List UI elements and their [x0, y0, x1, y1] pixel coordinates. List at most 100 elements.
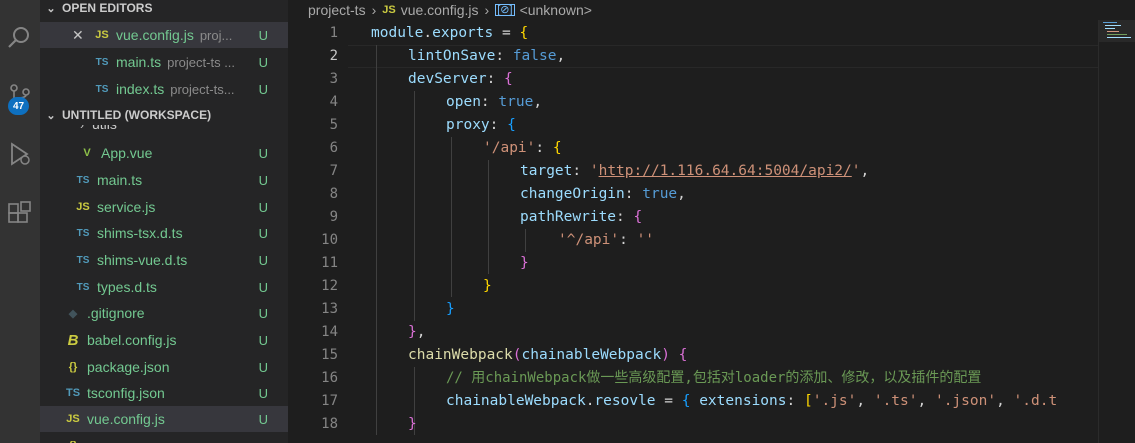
code-line: proxy: {	[446, 117, 516, 133]
file-item-shims-tsx[interactable]: TS shims-tsx.d.ts U	[40, 220, 288, 246]
file-name: App.vue	[101, 145, 153, 161]
symbol-icon: [⊘]	[495, 4, 515, 16]
code-line: },	[408, 324, 426, 340]
code-line: '/api': {	[483, 140, 562, 156]
line-number: 9	[329, 209, 338, 225]
git-status: U	[258, 54, 268, 70]
open-editors-header[interactable]: ⌄ OPEN EDITORS	[40, 0, 288, 18]
file-name: shims-tsx.d.ts	[97, 225, 183, 241]
line-number: 3	[329, 71, 338, 87]
line-number: 1	[329, 25, 338, 41]
file-item-app-vue[interactable]: V App.vue U	[40, 140, 288, 166]
line-number: 11	[321, 255, 338, 271]
js-file-icon: JS	[95, 29, 109, 41]
file-item-partial[interactable]: {}	[40, 433, 288, 443]
line-number: 13	[321, 301, 338, 317]
line-number: 14	[321, 324, 338, 340]
js-file-icon: JS	[76, 201, 90, 213]
code-line: chainableWebpack.resovle = { extensions:…	[446, 393, 1058, 409]
git-status: U	[258, 145, 268, 161]
file-name: index.ts	[116, 81, 165, 97]
git-status: U	[258, 252, 268, 268]
git-status: U	[258, 411, 268, 427]
file-name: babel.config.js	[87, 332, 177, 348]
open-editor-item-index-ts[interactable]: TS index.ts project-ts... U	[40, 76, 288, 102]
section-title: UNTITLED (WORKSPACE)	[62, 108, 212, 122]
url-link[interactable]: http://1.116.64.64:5004/api2/	[599, 163, 852, 179]
minimap[interactable]	[1099, 20, 1135, 60]
file-name: package.json	[87, 359, 170, 375]
git-status: U	[258, 225, 268, 241]
activity-bar: 47	[0, 0, 40, 443]
extensions-icon[interactable]	[0, 194, 40, 234]
chevron-down-icon: ⌄	[46, 2, 56, 15]
code-line: changeOrigin: true,	[520, 186, 686, 202]
code-line: }	[408, 416, 417, 432]
json-file-icon: {}	[68, 361, 78, 373]
file-name: tsconfig.json	[87, 385, 165, 401]
ts-file-icon: TS	[95, 83, 109, 95]
file-name: .gitignore	[87, 305, 145, 321]
file-item-service-js[interactable]: JS service.js U	[40, 194, 288, 220]
file-item-main-ts[interactable]: TS main.ts U	[40, 167, 288, 193]
open-editor-item-main-ts[interactable]: TS main.ts project-ts ... U	[40, 49, 288, 75]
editor-ruler	[1098, 20, 1099, 443]
git-status: U	[258, 199, 268, 215]
code-line: }	[446, 301, 455, 317]
line-number: 4	[329, 94, 338, 110]
ts-file-icon: TS	[76, 174, 90, 186]
workspace-header[interactable]: ⌄ UNTITLED (WORKSPACE)	[40, 105, 288, 125]
file-name: main.ts	[97, 172, 143, 188]
chevron-right-icon: ›	[484, 2, 490, 18]
git-status: U	[258, 27, 268, 43]
search-icon[interactable]	[0, 18, 40, 58]
file-name: vue.config.js	[87, 411, 165, 427]
ts-file-icon: TS	[76, 254, 90, 266]
file-item-types-d-ts[interactable]: TS types.d.ts U	[40, 274, 288, 300]
breadcrumb-file[interactable]: vue.config.js	[401, 2, 479, 18]
file-item-package-json[interactable]: {} package.json U	[40, 354, 288, 380]
file-item-shims-vue[interactable]: TS shims-vue.d.ts U	[40, 247, 288, 273]
file-name: shims-vue.d.ts	[97, 252, 188, 268]
line-number: 15	[321, 347, 338, 363]
line-number: 18	[321, 416, 338, 432]
code-line: pathRewrite: {	[520, 209, 643, 225]
open-editor-item-vue-config[interactable]: ✕ JS vue.config.js proj... U	[40, 22, 288, 48]
code-line: open: true,	[446, 94, 543, 110]
line-number: 10	[321, 232, 338, 248]
line-number: 5	[329, 117, 338, 133]
file-path: project-ts...	[170, 81, 235, 97]
file-item-babel-config[interactable]: B babel.config.js U	[40, 327, 288, 353]
close-icon[interactable]: ✕	[72, 27, 84, 44]
code-line: target: 'http://1.116.64.64:5004/api2/',	[520, 163, 870, 179]
line-number: 16	[321, 370, 338, 386]
breadcrumb-folder[interactable]: project-ts	[308, 2, 366, 18]
source-control-badge: 47	[8, 97, 29, 115]
file-item-tsconfig-json[interactable]: TS tsconfig.json U	[40, 380, 288, 406]
code-line: lintOnSave: false,	[408, 48, 566, 64]
code-line: '^/api': ''	[558, 232, 655, 248]
file-item-gitignore[interactable]: ◆ .gitignore U	[40, 300, 288, 326]
babel-file-icon: B	[67, 331, 79, 349]
code-line: }	[483, 278, 492, 294]
code-line: // 用chainWebpack做一些高级配置,包括对loader的添加、修改，…	[446, 370, 982, 386]
git-status: U	[258, 81, 268, 97]
code-line: }	[520, 255, 529, 271]
section-title: OPEN EDITORS	[62, 1, 153, 15]
git-status: U	[258, 279, 268, 295]
vue-file-icon: V	[83, 147, 91, 159]
git-status: U	[258, 359, 268, 375]
file-path: proj...	[199, 27, 233, 43]
file-item-vue-config[interactable]: JS vue.config.js U	[40, 406, 288, 432]
code-editor[interactable]: project-ts › JS vue.config.js › [⊘] <unk…	[288, 0, 1135, 443]
breadcrumb-symbol[interactable]: <unknown>	[520, 2, 592, 18]
ts-file-icon: TS	[76, 281, 90, 293]
ts-file-icon: TS	[76, 227, 90, 239]
line-number: 12	[321, 278, 338, 294]
run-debug-icon[interactable]	[0, 134, 40, 174]
indent-guide	[376, 45, 377, 435]
chevron-right-icon: ›	[371, 2, 377, 18]
line-number: 8	[329, 186, 338, 202]
git-status: U	[258, 332, 268, 348]
line-number: 7	[329, 163, 338, 179]
